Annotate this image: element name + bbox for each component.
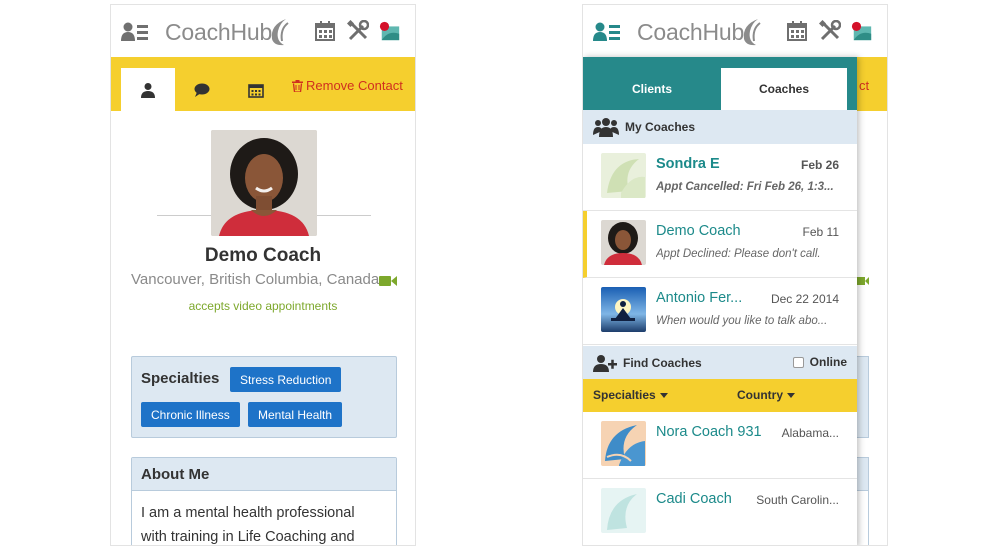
tab-appointments[interactable] (229, 68, 283, 111)
contact-name: Sondra E (656, 156, 720, 172)
user-icon (141, 82, 155, 98)
about-me-text: I am a mental health professional with t… (132, 491, 396, 545)
remove-contact-button[interactable]: Remove Contact (292, 78, 403, 93)
drawer-tabbar: Clients Coaches (583, 57, 857, 110)
contact-date: Feb 11 (802, 225, 839, 239)
contact-last-message: When would you like to talk abo... (656, 315, 828, 327)
specialty-tag[interactable]: Stress Reduction (230, 367, 342, 392)
calendar-icon (248, 83, 264, 98)
tab-profile[interactable] (121, 68, 175, 111)
background-about-panel (857, 457, 869, 545)
trash-icon (292, 79, 303, 92)
online-label: Online (809, 355, 847, 369)
coach-name: Cadi Coach (656, 491, 732, 507)
tab-clients[interactable]: Clients (583, 68, 721, 110)
profile-name: Demo Coach (204, 245, 322, 266)
background-specialties-panel (857, 356, 869, 438)
contact-date: Feb 26 (800, 158, 839, 172)
about-me-panel: About Me I am a mental health profession… (131, 457, 397, 545)
find-coaches-header: Find Coaches Online (583, 346, 857, 380)
profile-avatar-icon[interactable] (379, 20, 401, 42)
profile-photo (211, 130, 317, 236)
profile-avatar-icon[interactable] (851, 20, 873, 42)
specialties-filter-dropdown[interactable]: Specialties (593, 388, 668, 402)
search-result-row[interactable]: Cadi Coach South Carolin... (583, 479, 857, 545)
my-coaches-header: My Coaches (583, 110, 857, 144)
calendar-icon[interactable] (314, 20, 336, 42)
about-line: I am a mental health professional (141, 505, 355, 521)
app-header: CoachHub (111, 5, 415, 57)
calendar-icon[interactable] (786, 20, 808, 42)
online-filter[interactable]: Online (792, 355, 847, 369)
add-user-icon[interactable] (593, 354, 617, 372)
search-result-row[interactable]: Nora Coach 931 Alabama... (583, 412, 857, 479)
contacts-drawer-screen: CoachHub ct Clients Coaches My Coaches S… (582, 4, 888, 546)
tab-messages[interactable] (175, 68, 229, 111)
contacts-drawer: Clients Coaches My Coaches Sondra E Feb … (583, 57, 857, 545)
profile-screen: CoachHub Remove Contact Demo Coach Vanco… (110, 4, 416, 546)
contact-row[interactable]: Sondra E Feb 26 Appt Cancelled: Fri Feb … (583, 144, 857, 211)
contact-date: Dec 22 2014 (770, 292, 839, 306)
video-camera-icon (857, 277, 869, 285)
caret-down-icon (787, 392, 795, 398)
specialty-tag[interactable]: Chronic Illness (141, 402, 240, 427)
chat-icon (194, 83, 210, 97)
brand-name: CoachHub (165, 19, 273, 45)
coach-name: Nora Coach 931 (656, 424, 762, 440)
online-checkbox[interactable] (792, 356, 804, 368)
caret-down-icon (659, 392, 668, 398)
find-coaches-label: Find Coaches (623, 356, 702, 370)
contact-name: Antonio Fer... (656, 290, 743, 306)
coach-avatar (601, 220, 646, 265)
contacts-menu-icon[interactable] (121, 21, 149, 43)
video-camera-icon (379, 276, 397, 286)
divider (317, 215, 371, 216)
coachhub-logo-icon (743, 19, 761, 46)
tools-icon[interactable] (819, 20, 841, 42)
divider (157, 215, 211, 216)
coach-avatar (601, 287, 646, 332)
app-header: CoachHub (583, 5, 887, 57)
specialties-panel: Specialties Stress Reduction Chronic Ill… (131, 356, 397, 438)
contacts-menu-icon[interactable] (593, 21, 621, 43)
specialties-filter-label: Specialties (593, 388, 656, 402)
coach-avatar (601, 488, 646, 533)
search-filters: Specialties Country (583, 379, 857, 412)
contact-row[interactable]: Antonio Fer... Dec 22 2014 When would yo… (583, 278, 857, 345)
video-appointments-note: accepts video appointments (188, 299, 338, 313)
tab-coaches[interactable]: Coaches (721, 68, 847, 110)
brand-name: CoachHub (637, 19, 745, 45)
specialty-tag[interactable]: Mental Health (248, 402, 343, 427)
background-tabbar: ct (853, 57, 887, 111)
tools-icon[interactable] (347, 20, 369, 42)
contact-last-message: Appt Declined: Please don't call. (656, 248, 821, 260)
contact-last-message: Appt Cancelled: Fri Feb 26, 1:3... (656, 181, 834, 193)
contact-name: Demo Coach (656, 223, 741, 239)
coach-location: South Carolin... (756, 493, 839, 507)
country-filter-label: Country (737, 388, 783, 402)
specialties-title: Specialties (141, 370, 220, 387)
profile-location: Vancouver, British Columbia, Canada (131, 271, 380, 288)
coach-avatar (601, 153, 646, 198)
coach-location: Alabama... (781, 426, 839, 440)
contact-row[interactable]: Demo Coach Feb 11 Appt Declined: Please … (583, 211, 857, 278)
country-filter-dropdown[interactable]: Country (737, 388, 795, 402)
background-remove-fragment: ct (859, 78, 870, 93)
coachhub-logo-icon (271, 19, 289, 46)
profile-tabbar: Remove Contact (111, 57, 415, 111)
group-icon (593, 118, 619, 137)
remove-contact-label: Remove Contact (306, 78, 403, 93)
about-me-title: About Me (132, 458, 396, 491)
my-coaches-label: My Coaches (625, 120, 696, 134)
about-line: with training in Life Coaching and (141, 529, 355, 545)
screenshot-canvas: CoachHub Remove Contact Demo Coach Vanco… (0, 0, 1000, 550)
coach-avatar (601, 421, 646, 466)
